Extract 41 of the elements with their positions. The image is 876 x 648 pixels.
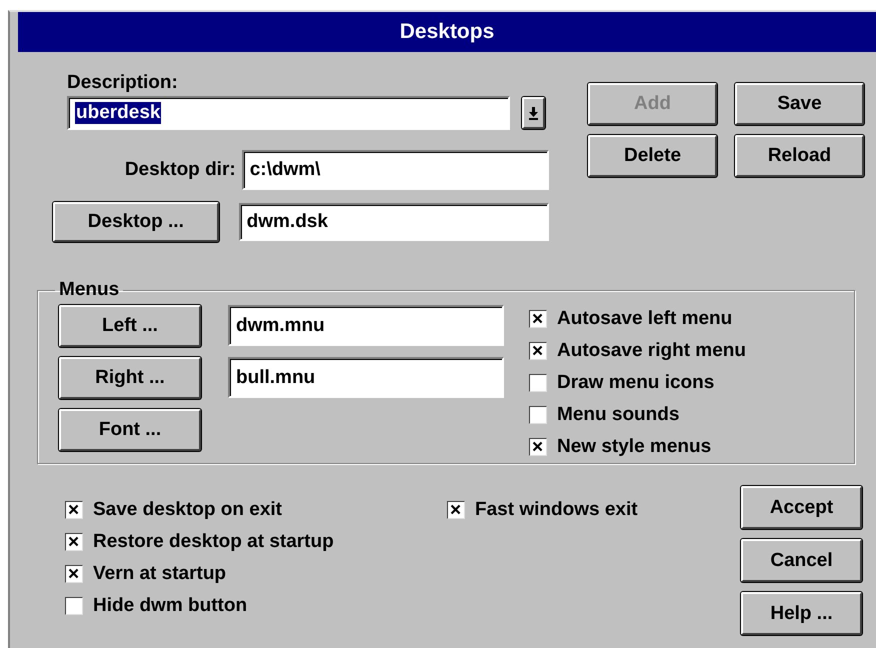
dropdown-button[interactable] <box>522 97 545 129</box>
file-field[interactable]: dwm.dsk <box>238 203 549 241</box>
checkbox[interactable] <box>529 310 547 328</box>
desktop-button[interactable]: Desktop ... <box>53 202 219 242</box>
action-button[interactable]: Save <box>735 83 864 125</box>
checkbox-label: Vern at startup <box>93 563 226 585</box>
checkbox-label: Restore desktop at startup <box>93 531 334 553</box>
checkbox-label: Autosave left menu <box>557 308 732 330</box>
checkbox-label: New style menus <box>557 436 712 458</box>
checkbox-label: Draw menu icons <box>557 372 714 394</box>
checkbox[interactable] <box>529 438 547 456</box>
checkbox-label: Autosave right menu <box>557 340 746 362</box>
title-bar: Desktops <box>18 12 876 52</box>
dialog-button[interactable]: Cancel <box>741 539 862 582</box>
dialog-button[interactable]: Accept <box>741 486 862 529</box>
menu-file-field[interactable]: bull.mnu <box>228 357 504 398</box>
dialog-button[interactable]: Help ... <box>741 592 862 635</box>
checkbox-label: Fast windows exit <box>475 499 638 521</box>
group-title: Menus <box>58 279 120 301</box>
menu-button[interactable]: Right ... <box>59 357 201 399</box>
checkbox[interactable] <box>529 406 547 424</box>
action-button[interactable]: Reload <box>735 135 864 177</box>
checkbox[interactable] <box>65 597 83 615</box>
checkbox-label: Hide dwm button <box>93 595 248 617</box>
description-field[interactable]: uberdesk <box>67 96 510 130</box>
menu-button[interactable]: Left ... <box>59 305 201 347</box>
menu-file-field[interactable]: dwm.mnu <box>228 305 504 346</box>
menu-button[interactable]: Font ... <box>59 409 201 451</box>
checkbox-label: Save desktop on exit <box>93 499 282 521</box>
checkbox[interactable] <box>65 501 83 519</box>
checkbox[interactable] <box>447 501 465 519</box>
checkbox[interactable] <box>529 374 547 392</box>
checkbox[interactable] <box>529 342 547 360</box>
checkbox[interactable] <box>65 565 83 583</box>
down-arrow-icon <box>528 106 539 120</box>
field-label: Desktop dir: <box>124 159 236 181</box>
checkbox-label: Menu sounds <box>557 404 680 426</box>
directory-field[interactable]: c:\dwm\ <box>242 150 549 190</box>
field-label: Description: <box>67 72 179 95</box>
checkbox[interactable] <box>65 533 83 551</box>
action-button[interactable]: Delete <box>588 135 717 177</box>
